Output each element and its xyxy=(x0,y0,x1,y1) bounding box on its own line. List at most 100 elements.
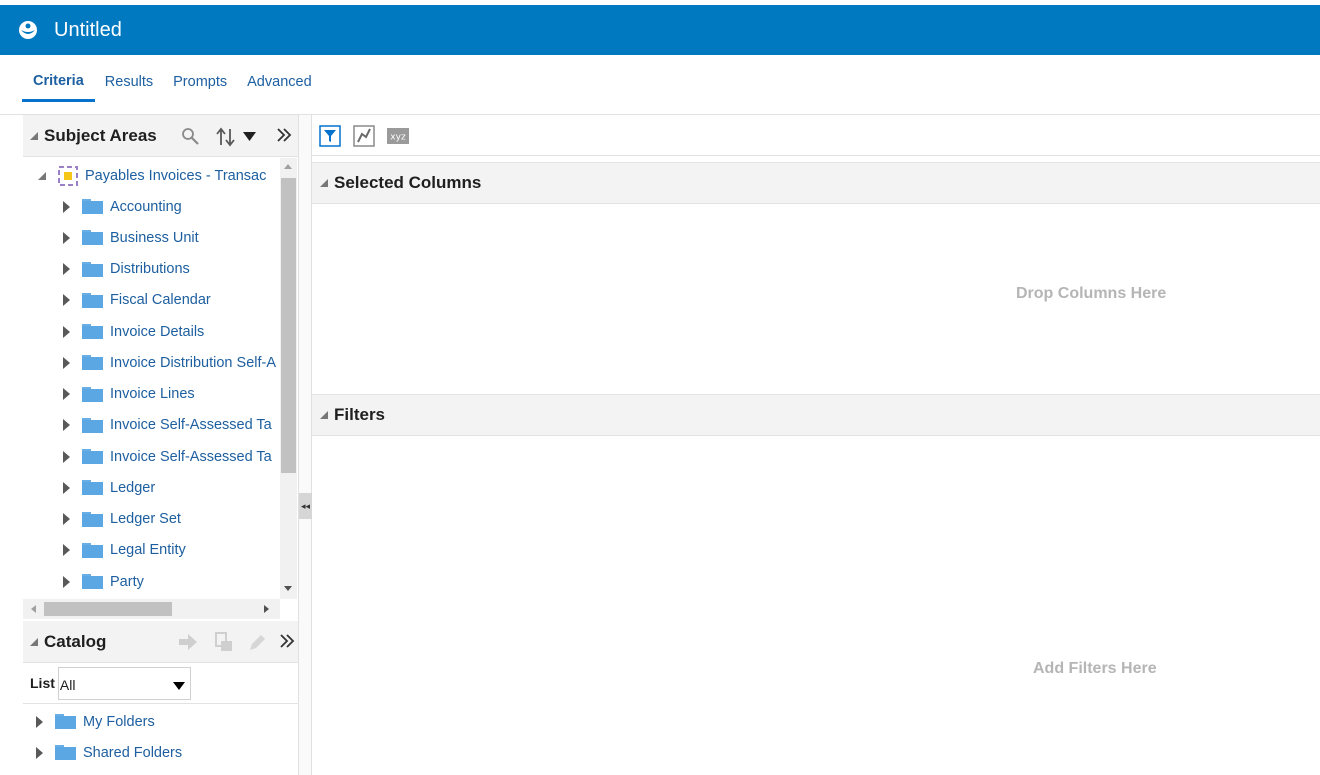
filters-title: Filters xyxy=(334,405,386,424)
expand-folder-icon[interactable] xyxy=(63,419,70,432)
pane-splitter[interactable]: ◂◂ xyxy=(298,115,312,775)
sort-dropdown-icon[interactable] xyxy=(243,132,256,141)
tree-folder-label[interactable]: Invoice Lines xyxy=(110,386,195,402)
expand-folder-icon[interactable] xyxy=(63,450,70,463)
collapse-subject-areas-icon[interactable] xyxy=(30,131,38,140)
column-properties-icon[interactable] xyxy=(353,125,375,147)
list-select-value: All xyxy=(59,676,76,693)
tree-folder-node[interactable]: Party xyxy=(23,566,144,597)
edit-icon[interactable] xyxy=(247,633,267,653)
subject-areas-title: Subject Areas xyxy=(44,125,157,145)
folder-icon xyxy=(82,574,103,589)
expand-folder-icon[interactable] xyxy=(63,294,70,307)
title-bar: Untitled xyxy=(0,5,1320,55)
tree-folder-node[interactable]: Invoice Self-Assessed Ta xyxy=(23,410,272,441)
tree-folder-label[interactable]: Party xyxy=(110,574,144,590)
expand-folder-icon[interactable] xyxy=(63,263,70,275)
tab-advanced[interactable]: Advanced xyxy=(237,68,322,102)
folder-icon xyxy=(82,324,103,339)
list-label: List xyxy=(30,675,55,691)
collapse-root-icon[interactable] xyxy=(38,171,46,180)
tree-folder-label[interactable]: Invoice Self-Assessed Ta xyxy=(110,417,272,433)
scroll-right-icon[interactable] xyxy=(264,605,269,613)
tree-folder-label[interactable]: Fiscal Calendar xyxy=(110,292,211,308)
collapse-left-pane-icon[interactable]: ◂◂ xyxy=(299,493,312,519)
folder-icon xyxy=(82,199,103,214)
expand-folder-icon[interactable] xyxy=(63,544,70,557)
tree-root-label[interactable]: Payables Invoices - Transac xyxy=(85,168,266,184)
catalog-title: Catalog xyxy=(44,631,107,651)
horizontal-scroll-thumb[interactable] xyxy=(44,602,172,616)
expand-folder-icon[interactable] xyxy=(63,575,70,588)
tree-folder-node[interactable]: Ledger Set xyxy=(23,504,181,535)
expand-folder-icon[interactable] xyxy=(63,481,70,494)
search-icon[interactable] xyxy=(181,127,201,147)
expand-folder-icon[interactable] xyxy=(63,200,70,213)
filter-icon[interactable] xyxy=(319,125,341,147)
tree-folder-node[interactable]: Fiscal Calendar xyxy=(23,285,211,316)
catalog-item-my-folders[interactable]: My Folders xyxy=(23,706,155,737)
folder-icon xyxy=(82,386,103,402)
tree-folder-label[interactable]: Business Unit xyxy=(110,230,199,246)
chevron-down-icon[interactable] xyxy=(172,681,185,690)
collapse-selected-columns-icon[interactable] xyxy=(320,179,328,187)
tree-root-node[interactable]: Payables Invoices - Transac xyxy=(23,160,266,191)
folder-icon xyxy=(82,542,103,558)
tree-folder-node[interactable]: Legal Entity xyxy=(23,535,186,566)
expand-folder-icon[interactable] xyxy=(63,388,70,400)
edit-formula-icon[interactable]: xyz xyxy=(387,128,409,144)
subject-area-icon xyxy=(58,165,78,186)
tree-folder-node[interactable]: Ledger xyxy=(23,472,155,503)
folder-icon xyxy=(82,449,103,464)
expand-my-folders-icon[interactable] xyxy=(36,715,43,728)
list-select[interactable]: All xyxy=(57,666,191,700)
tree-folder-label[interactable]: Ledger xyxy=(110,480,155,496)
tree-folder-label[interactable]: Invoice Details xyxy=(110,324,204,340)
tree-folder-node[interactable]: Business Unit xyxy=(23,222,199,253)
catalog-item-label[interactable]: Shared Folders xyxy=(83,745,182,761)
arrow-right-icon[interactable] xyxy=(178,633,198,651)
catalog-item-icon[interactable] xyxy=(214,632,234,652)
tree-folder-label[interactable]: Invoice Self-Assessed Ta xyxy=(110,449,272,465)
collapse-filters-icon[interactable] xyxy=(320,411,328,419)
expand-panel-icon[interactable] xyxy=(276,127,292,143)
tree-vertical-scrollbar[interactable] xyxy=(280,158,297,599)
tab-bar: Criteria Results Prompts Advanced xyxy=(22,68,322,102)
tab-results[interactable]: Results xyxy=(95,68,163,102)
expand-catalog-icon[interactable] xyxy=(279,633,295,649)
expand-folder-icon[interactable] xyxy=(63,513,70,525)
folder-icon xyxy=(55,714,76,729)
tree-folder-node[interactable]: Distributions xyxy=(23,254,190,285)
expand-shared-folders-icon[interactable] xyxy=(36,746,43,759)
tree-folder-label[interactable]: Legal Entity xyxy=(110,542,186,558)
tab-criteria[interactable]: Criteria xyxy=(22,68,95,102)
tree-folder-node[interactable]: Accounting xyxy=(23,191,182,222)
scroll-left-icon[interactable] xyxy=(31,605,36,613)
scroll-up-icon[interactable] xyxy=(284,164,292,169)
criteria-toolbar: xyz xyxy=(312,115,1320,156)
collapse-catalog-icon[interactable] xyxy=(30,637,38,646)
expand-folder-icon[interactable] xyxy=(63,325,70,338)
folder-icon xyxy=(82,511,103,527)
scroll-down-icon[interactable] xyxy=(284,586,292,591)
expand-folder-icon[interactable] xyxy=(63,356,70,369)
tab-prompts[interactable]: Prompts xyxy=(163,68,237,102)
tree-horizontal-scrollbar[interactable] xyxy=(23,599,280,619)
tree-folder-node[interactable]: Invoice Details xyxy=(23,316,204,347)
sort-icon[interactable] xyxy=(215,126,237,148)
tree-folder-node[interactable]: Invoice Distribution Self-A xyxy=(23,347,276,378)
folder-icon xyxy=(82,417,103,433)
catalog-item-shared-folders[interactable]: Shared Folders xyxy=(23,737,182,768)
tree-folder-label[interactable]: Ledger Set xyxy=(110,511,181,527)
tree-folder-node[interactable]: Invoice Self-Assessed Ta xyxy=(23,441,272,472)
tree-folder-label[interactable]: Invoice Distribution Self-A xyxy=(110,355,276,371)
tree-folder-label[interactable]: Distributions xyxy=(110,261,190,277)
vertical-scroll-thumb[interactable] xyxy=(281,178,296,473)
tree-folder-label[interactable]: Accounting xyxy=(110,199,182,215)
tree-folder-node[interactable]: Invoice Lines xyxy=(23,379,195,410)
expand-folder-icon[interactable] xyxy=(63,231,70,244)
catalog-list-row: List All xyxy=(23,663,298,704)
catalog-item-label[interactable]: My Folders xyxy=(83,714,155,730)
subject-areas-tree: Payables Invoices - Transac Accounting Bu… xyxy=(23,157,298,599)
svg-text:xyz: xyz xyxy=(390,133,406,143)
